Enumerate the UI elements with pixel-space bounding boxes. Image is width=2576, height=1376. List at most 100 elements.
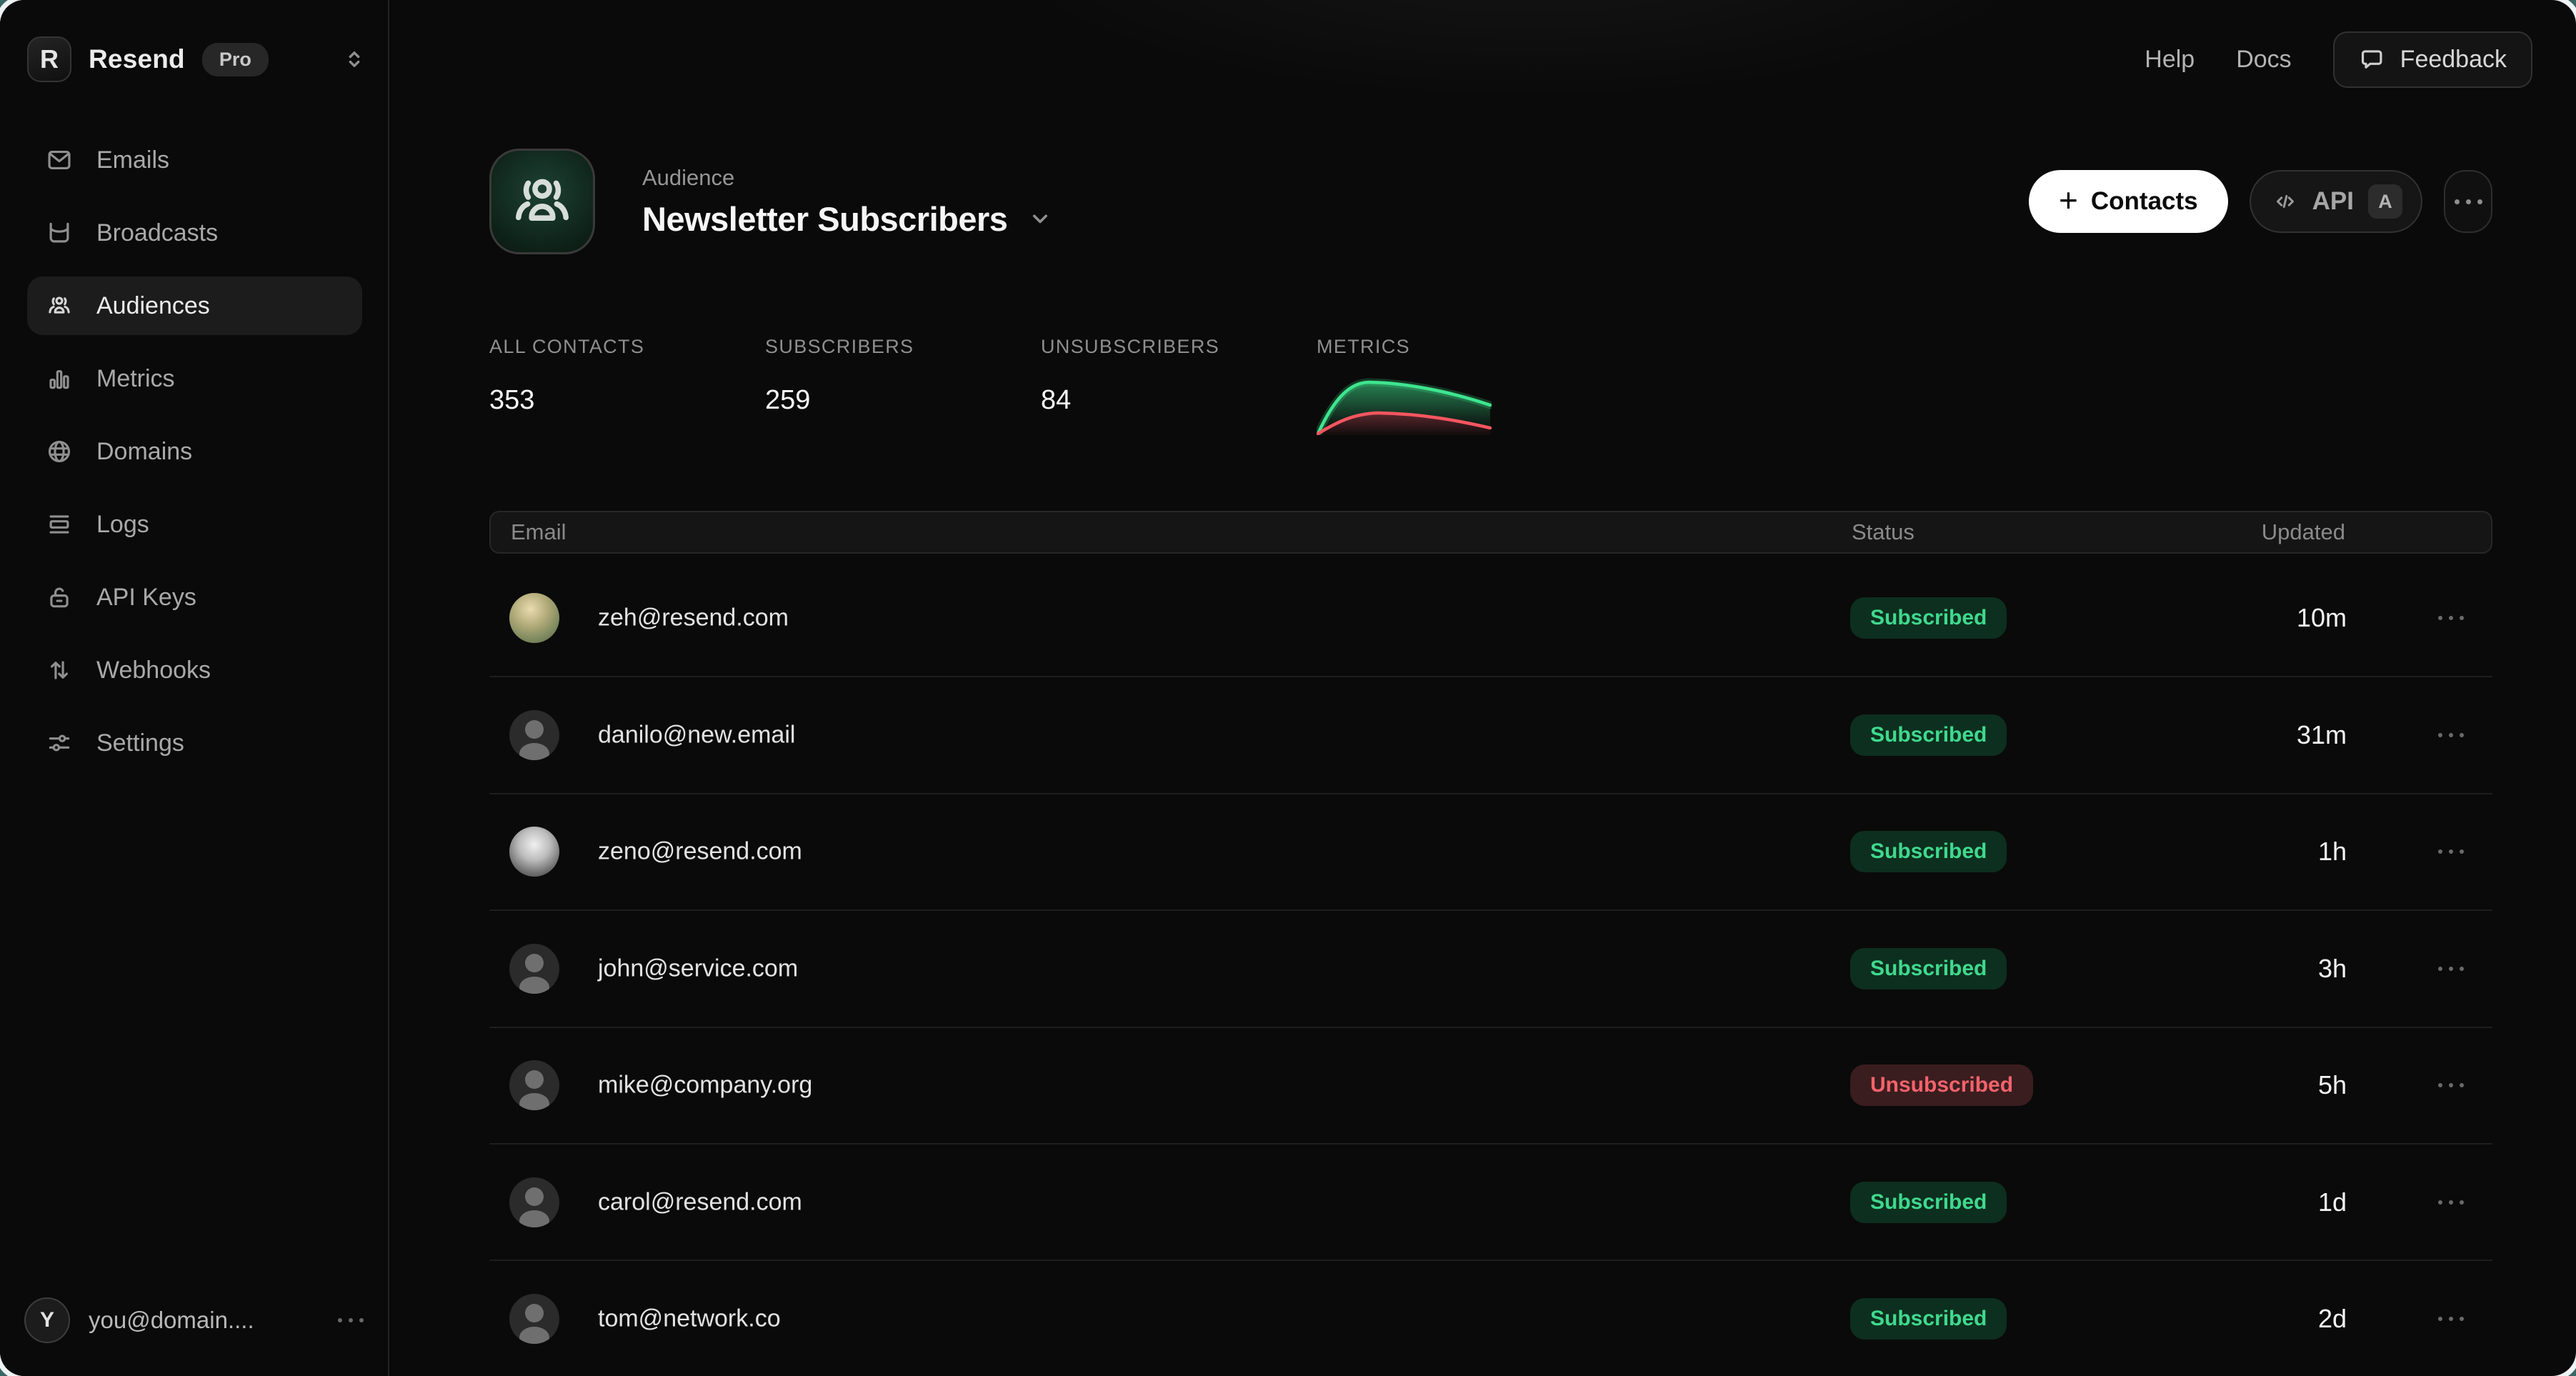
stat-label: UNSUBSCRIBERS	[1041, 336, 1317, 358]
header-actions: + Contacts API A	[2029, 170, 2492, 233]
status-badge: Subscribed	[1850, 597, 2007, 639]
user-menu-ellipsis-icon[interactable]	[338, 1318, 364, 1322]
sidebar: R Resend Pro Emails Broadcasts	[0, 0, 389, 1376]
workspace-switcher[interactable]: R Resend Pro	[27, 36, 366, 83]
updated-time: 31m	[2297, 720, 2347, 750]
sidebar-item-label: Audiences	[96, 292, 210, 320]
stat-value: 84	[1041, 385, 1317, 416]
table-row[interactable]: danilo@new.email Subscribed 31m	[489, 676, 2492, 792]
resend-logo: R	[27, 36, 71, 82]
page-eyebrow: Audience	[642, 165, 1053, 191]
contacts-table: Email Status Updated zeh@resend.com Subs…	[489, 511, 2492, 1376]
code-icon	[2272, 189, 2298, 214]
broadcast-tray-icon	[46, 219, 73, 246]
avatar	[509, 710, 559, 760]
docs-link[interactable]: Docs	[2236, 46, 2291, 74]
row-menu-ellipsis-icon[interactable]	[2431, 609, 2471, 627]
row-menu-ellipsis-icon[interactable]	[2431, 842, 2471, 861]
avatar	[509, 1294, 559, 1344]
stat-label: ALL CONTACTS	[489, 336, 765, 358]
stat-all-contacts: ALL CONTACTS 353	[489, 336, 765, 435]
sidebar-item-audiences[interactable]: Audiences	[27, 276, 362, 335]
speech-bubble-icon	[2359, 46, 2386, 73]
status-badge: Subscribed	[1850, 1182, 2007, 1223]
row-menu-ellipsis-icon[interactable]	[2431, 726, 2471, 744]
sidebar-item-label: Logs	[96, 511, 149, 539]
sidebar-item-emails[interactable]: Emails	[27, 131, 362, 189]
main-content: Help Docs Feedback	[391, 0, 2576, 1376]
audience-icon	[489, 149, 595, 254]
sidebar-item-label: Domains	[96, 438, 192, 466]
table-row[interactable]: zeh@resend.com Subscribed 10m	[489, 559, 2492, 676]
stat-label: METRICS	[1317, 336, 1592, 358]
sidebar-item-broadcasts[interactable]: Broadcasts	[27, 204, 362, 262]
contact-email: danilo@new.email	[598, 722, 795, 749]
audience-selector[interactable]: Newsletter Subscribers	[642, 199, 1053, 239]
updated-time: 5h	[2318, 1070, 2347, 1100]
contact-email: mike@company.org	[598, 1072, 812, 1100]
stat-value: 353	[489, 385, 765, 416]
avatar	[509, 944, 559, 994]
updated-time: 3h	[2318, 954, 2347, 984]
contact-email: zeh@resend.com	[598, 604, 789, 632]
row-menu-ellipsis-icon[interactable]	[2431, 1076, 2471, 1095]
user-email: you@domain....	[89, 1307, 254, 1334]
table-body: zeh@resend.com Subscribed 10m danilo@new…	[489, 559, 2492, 1376]
row-menu-ellipsis-icon[interactable]	[2431, 1193, 2471, 1212]
table-row[interactable]: zeno@resend.com Subscribed 1h	[489, 793, 2492, 909]
sidebar-item-api-keys[interactable]: API Keys	[27, 568, 362, 627]
sidebar-item-webhooks[interactable]: Webhooks	[27, 641, 362, 699]
stat-label: SUBSCRIBERS	[765, 336, 1041, 358]
topbar: Help Docs Feedback	[2145, 31, 2532, 88]
table-row[interactable]: carol@resend.com Subscribed 1d	[489, 1143, 2492, 1260]
table-row[interactable]: mike@company.org Unsubscribed 5h	[489, 1027, 2492, 1143]
avatar	[509, 827, 559, 877]
page-header: Audience Newsletter Subscribers + Contac…	[489, 149, 2492, 254]
plan-badge: Pro	[202, 43, 269, 76]
help-link[interactable]: Help	[2145, 46, 2195, 74]
sidebar-item-label: Metrics	[96, 365, 175, 393]
table-row[interactable]: john@service.com Subscribed 3h	[489, 909, 2492, 1026]
contact-email: john@service.com	[598, 954, 798, 982]
column-header-updated: Updated	[2262, 519, 2345, 545]
stat-subscribers: SUBSCRIBERS 259	[765, 336, 1041, 435]
api-label: API	[2312, 187, 2354, 216]
sidebar-item-label: Webhooks	[96, 657, 211, 684]
sliders-icon	[46, 729, 73, 757]
api-button[interactable]: API A	[2250, 170, 2422, 233]
sidebar-item-label: Emails	[96, 146, 169, 174]
row-menu-ellipsis-icon[interactable]	[2431, 959, 2471, 978]
user-menu[interactable]: Y you@domain....	[24, 1296, 364, 1345]
feedback-button[interactable]: Feedback	[2333, 31, 2532, 88]
contacts-label: Contacts	[2091, 187, 2198, 216]
status-badge: Subscribed	[1850, 948, 2007, 989]
feedback-label: Feedback	[2400, 46, 2507, 74]
logo-letter: R	[40, 44, 59, 74]
status-badge: Subscribed	[1850, 831, 2007, 872]
sidebar-item-domains[interactable]: Domains	[27, 422, 362, 481]
stat-value: 259	[765, 385, 1041, 416]
column-header-status: Status	[1852, 519, 1914, 545]
contact-email: zeno@resend.com	[598, 838, 802, 866]
contact-email: tom@network.co	[598, 1305, 781, 1333]
add-contacts-button[interactable]: + Contacts	[2029, 170, 2228, 233]
sidebar-nav: Emails Broadcasts Audiences	[27, 131, 362, 787]
sidebar-item-settings[interactable]: Settings	[27, 714, 362, 772]
sidebar-item-label: Broadcasts	[96, 219, 218, 247]
api-shortcut-key: A	[2368, 184, 2402, 219]
table-header: Email Status Updated	[489, 511, 2492, 554]
row-menu-ellipsis-icon[interactable]	[2431, 1310, 2471, 1328]
contact-email: carol@resend.com	[598, 1188, 802, 1216]
metrics-sparkline-chart	[1317, 372, 1492, 435]
arrows-up-down-icon	[46, 657, 73, 684]
stat-metrics: METRICS	[1317, 336, 1592, 435]
people-icon	[46, 292, 73, 319]
more-options-button[interactable]	[2444, 170, 2492, 233]
avatar	[509, 1177, 559, 1227]
status-badge: Subscribed	[1850, 714, 2007, 756]
people-icon	[508, 167, 576, 236]
table-row[interactable]: tom@network.co Subscribed 2d	[489, 1260, 2492, 1376]
sidebar-item-logs[interactable]: Logs	[27, 495, 362, 554]
column-header-email: Email	[511, 519, 566, 545]
sidebar-item-metrics[interactable]: Metrics	[27, 349, 362, 408]
